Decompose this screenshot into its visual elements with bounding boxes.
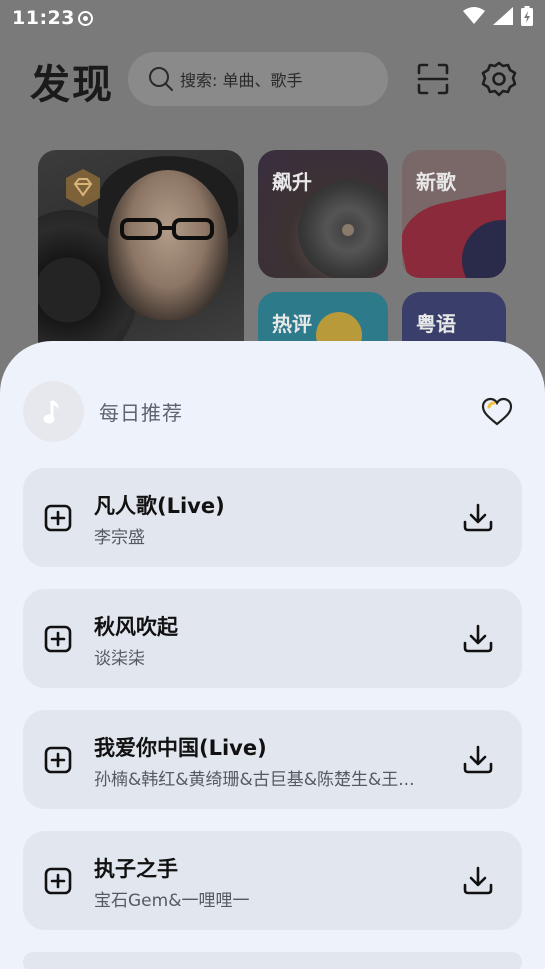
music-note-avatar bbox=[23, 381, 84, 442]
download-icon[interactable] bbox=[460, 742, 496, 778]
song-artist: 孙楠&韩红&黄绮珊&古巨基&陈楚生&王... bbox=[94, 770, 415, 790]
song-item[interactable]: 执子之手 宝石Gem&一哩哩一 bbox=[23, 831, 522, 930]
song-title: 执子之手 bbox=[94, 857, 178, 881]
soaring-label: 飙升 bbox=[272, 170, 312, 194]
song-title: 我爱你中国(Live) bbox=[94, 736, 267, 760]
settings-gear-icon[interactable] bbox=[480, 60, 518, 98]
status-time: 11:23 bbox=[12, 7, 75, 29]
hot-comments-label: 热评 bbox=[272, 312, 312, 336]
cantonese-label: 粤语 bbox=[416, 312, 456, 336]
battery-icon bbox=[521, 6, 533, 26]
artist-photo bbox=[108, 170, 228, 320]
song-item-partial[interactable] bbox=[23, 952, 522, 969]
wifi-icon bbox=[463, 7, 485, 24]
status-icons bbox=[463, 6, 533, 26]
new-songs-card[interactable]: 新歌 bbox=[402, 150, 506, 278]
song-title: 秋风吹起 bbox=[94, 615, 178, 639]
new-songs-label: 新歌 bbox=[416, 170, 456, 194]
add-to-playlist-icon[interactable] bbox=[40, 500, 76, 536]
add-to-playlist-icon[interactable] bbox=[40, 863, 76, 899]
search-placeholder: 搜索: 单曲、歌手 bbox=[180, 71, 303, 90]
search-icon bbox=[148, 66, 174, 92]
song-artist: 宝石Gem&一哩哩一 bbox=[94, 891, 250, 911]
favorite-heart-icon[interactable] bbox=[478, 393, 516, 431]
soaring-chart-card[interactable]: 飙升 bbox=[258, 150, 388, 278]
song-artist: 谈柒柒 bbox=[94, 649, 145, 669]
download-icon[interactable] bbox=[460, 621, 496, 657]
song-item[interactable]: 我爱你中国(Live) 孙楠&韩红&黄绮珊&古巨基&陈楚生&王... bbox=[23, 710, 522, 809]
song-title: 凡人歌(Live) bbox=[94, 494, 225, 518]
music-note-icon bbox=[43, 399, 58, 423]
sheet-header: 每日推荐 bbox=[23, 381, 522, 442]
status-bar: 11:23 bbox=[0, 0, 545, 38]
glasses-decoration bbox=[120, 218, 214, 240]
song-artist: 李宗盛 bbox=[94, 528, 145, 548]
signal-icon bbox=[493, 7, 513, 25]
record-icon bbox=[78, 11, 93, 26]
add-to-playlist-icon[interactable] bbox=[40, 621, 76, 657]
download-icon[interactable] bbox=[460, 500, 496, 536]
song-item[interactable]: 凡人歌(Live) 李宗盛 bbox=[23, 468, 522, 567]
featured-card[interactable] bbox=[38, 150, 244, 360]
song-item[interactable]: 秋风吹起 谈柒柒 bbox=[23, 589, 522, 688]
sheet-title: 每日推荐 bbox=[99, 401, 183, 425]
add-to-playlist-icon[interactable] bbox=[40, 742, 76, 778]
download-icon[interactable] bbox=[460, 863, 496, 899]
page-title: 发现 bbox=[30, 61, 114, 108]
daily-recommend-sheet: 每日推荐 凡人歌(Live) 李宗盛 秋风吹起 谈柒柒 我爱你中国(Live) … bbox=[0, 341, 545, 969]
diamond-badge-icon bbox=[66, 169, 100, 207]
search-input[interactable]: 搜索: 单曲、歌手 bbox=[128, 52, 388, 106]
scan-icon[interactable] bbox=[414, 60, 452, 98]
